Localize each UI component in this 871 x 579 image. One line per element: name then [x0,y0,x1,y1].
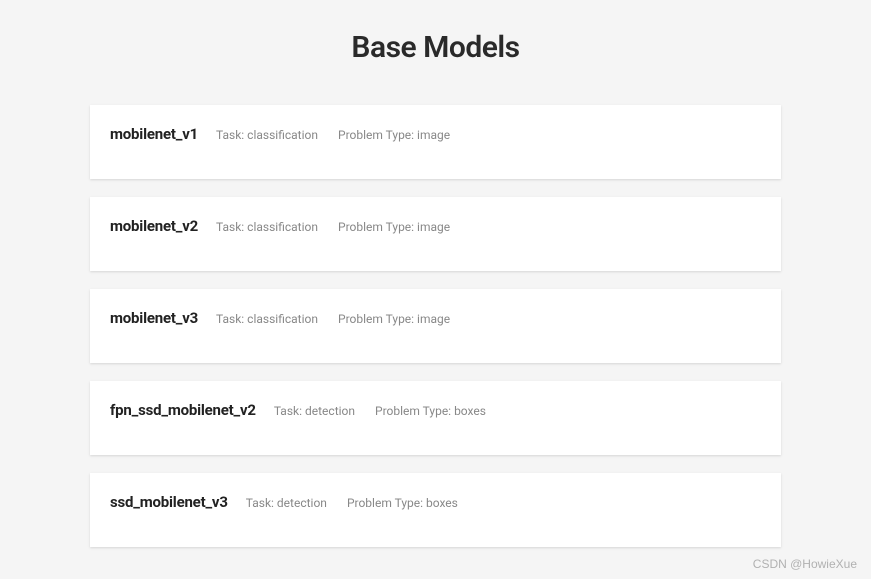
model-name: mobilenet_v2 [110,217,198,235]
main-container: Base Models mobilenet_v1 Task: classific… [0,0,871,567]
model-meta-group: Task: classification Problem Type: image [216,312,450,326]
model-task: Task: detection [246,496,327,510]
watermark: CSDN @HowieXue [753,557,857,571]
model-name: mobilenet_v1 [110,125,198,143]
model-problem-type: Problem Type: image [338,312,450,326]
model-name: fpn_ssd_mobilenet_v2 [110,401,256,419]
model-problem-type: Problem Type: boxes [375,404,486,418]
page-title: Base Models [90,30,781,65]
model-meta-group: Task: classification Problem Type: image [216,220,450,234]
model-meta-group: Task: detection Problem Type: boxes [274,404,486,418]
model-card[interactable]: fpn_ssd_mobilenet_v2 Task: detection Pro… [90,381,781,455]
model-meta-group: Task: detection Problem Type: boxes [246,496,458,510]
model-name: mobilenet_v3 [110,309,198,327]
model-card[interactable]: mobilenet_v3 Task: classification Proble… [90,289,781,363]
model-name: ssd_mobilenet_v3 [110,493,228,511]
model-meta-group: Task: classification Problem Type: image [216,128,450,142]
model-problem-type: Problem Type: boxes [347,496,458,510]
model-problem-type: Problem Type: image [338,128,450,142]
model-task: Task: detection [274,404,355,418]
model-task: Task: classification [216,220,318,234]
model-task: Task: classification [216,312,318,326]
model-card[interactable]: mobilenet_v1 Task: classification Proble… [90,105,781,179]
model-card[interactable]: mobilenet_v2 Task: classification Proble… [90,197,781,271]
model-task: Task: classification [216,128,318,142]
model-card[interactable]: ssd_mobilenet_v3 Task: detection Problem… [90,473,781,547]
model-list: mobilenet_v1 Task: classification Proble… [90,105,781,547]
model-problem-type: Problem Type: image [338,220,450,234]
